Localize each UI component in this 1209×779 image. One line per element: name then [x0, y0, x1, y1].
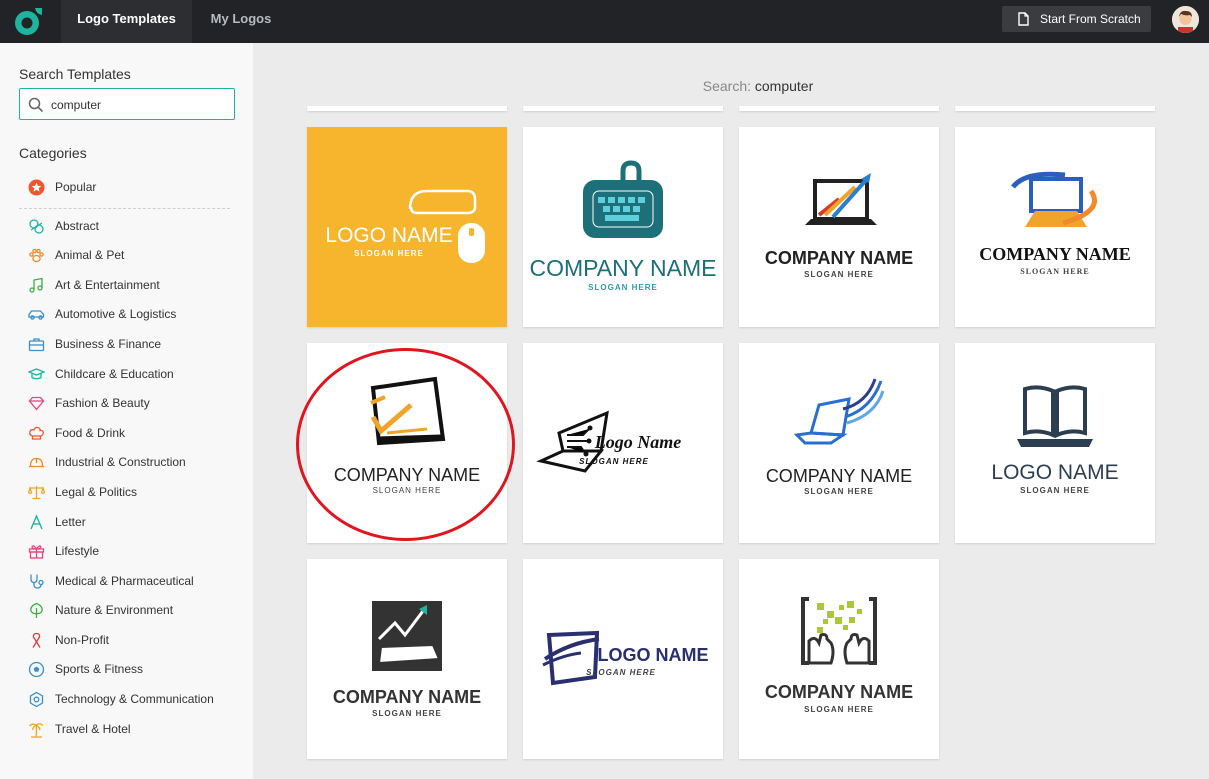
chip-icon	[29, 691, 44, 708]
company-name: LOGO NAME	[597, 645, 709, 665]
highlight-circle	[296, 348, 515, 541]
previous-row-card-edge	[955, 106, 1155, 111]
company-name: Logo Name	[594, 432, 682, 452]
hands-code-icon	[801, 597, 877, 665]
abstract-icon	[29, 219, 44, 234]
palm-tree-icon	[29, 723, 44, 738]
previous-row-card-edge	[523, 106, 723, 111]
document-icon	[1018, 12, 1029, 26]
template-card[interactable]: COMPANY NAME SLOGAN HERE	[955, 127, 1155, 327]
tab-logo-templates[interactable]: Logo Templates	[61, 0, 192, 43]
slogan: SLOGAN HERE	[354, 249, 424, 258]
company-name: COMPANY NAME	[764, 248, 914, 268]
company-name: COMPANY NAME	[529, 255, 717, 281]
company-name: LOGO NAME	[325, 224, 453, 247]
template-card[interactable]: COMPANY NAME SLOGAN HERE	[739, 343, 939, 543]
star-icon	[28, 179, 45, 196]
stethoscope-icon	[30, 574, 44, 589]
category-divider	[19, 208, 230, 209]
previous-row-card-edge	[739, 106, 939, 111]
search-caption-query: computer	[754, 78, 814, 94]
company-name: COMPANY NAME	[979, 244, 1131, 264]
company-name: COMPANY NAME	[765, 466, 913, 486]
scales-icon	[28, 485, 45, 500]
search-templates-title: Search Templates	[19, 66, 131, 82]
slogan: SLOGAN HERE	[1020, 267, 1090, 276]
search-caption: Search: computer	[253, 78, 1209, 94]
top-bar: Logo Templates My Logos Start From Scrat…	[0, 0, 1209, 43]
template-card[interactable]: COMPANY NAME SLOGAN HERE	[739, 127, 939, 327]
categories-title: Categories	[19, 145, 87, 161]
diamond-icon	[28, 396, 45, 411]
slogan: SLOGAN HERE	[372, 709, 442, 718]
hard-hat-icon	[28, 457, 45, 468]
search-input[interactable]	[51, 95, 226, 115]
tree-icon	[30, 602, 43, 618]
brand-logo-icon[interactable]	[12, 5, 46, 37]
paw-icon	[29, 248, 44, 263]
graduation-cap-icon	[28, 368, 45, 380]
ribbon-icon	[32, 632, 41, 648]
car-icon	[28, 310, 45, 320]
sidebar: Search Templates Categories Popular Abst…	[0, 43, 253, 779]
laptop-wave-icon	[793, 378, 885, 445]
slogan: SLOGAN HERE	[586, 668, 656, 677]
briefcase-icon	[28, 338, 45, 352]
laptop-chart-icon	[372, 601, 442, 671]
start-from-scratch-label: Start From Scratch	[1040, 12, 1141, 26]
chef-hat-icon	[29, 426, 44, 440]
slogan: SLOGAN HERE	[804, 270, 874, 279]
music-note-icon	[29, 277, 43, 293]
template-card[interactable]: LOGO NAME SLOGAN HERE	[955, 343, 1155, 543]
slogan: SLOGAN HERE	[1020, 486, 1090, 495]
template-card[interactable]: COMPANY NAME SLOGAN HERE	[523, 127, 723, 327]
avatar[interactable]	[1172, 6, 1199, 33]
template-card[interactable]: COMPANY NAME SLOGAN HERE	[739, 559, 939, 759]
slogan: SLOGAN HERE	[804, 705, 874, 714]
soccer-ball-icon	[28, 661, 45, 678]
slogan: SLOGAN HERE	[804, 487, 874, 496]
start-from-scratch-button[interactable]: Start From Scratch	[1002, 6, 1151, 32]
previous-row-card-edge	[307, 106, 507, 111]
laptop-growth-arrows-icon	[805, 173, 877, 225]
keyboard-icon	[583, 160, 663, 238]
search-box[interactable]	[19, 88, 235, 120]
template-card[interactable]: COMPANY NAME SLOGAN HERE	[307, 559, 507, 759]
laptop-book-icon	[1017, 385, 1093, 447]
search-caption-prefix: Search:	[702, 78, 751, 94]
template-card[interactable]: Logo Name SLOGAN HERE	[523, 343, 723, 543]
template-card[interactable]: LOGO NAME SLOGAN HERE	[523, 559, 723, 759]
company-name: LOGO NAME	[991, 461, 1119, 484]
category-label: Popular	[55, 180, 97, 194]
user-avatar-icon	[1172, 6, 1199, 33]
laptop-orbit-icon	[1011, 171, 1097, 227]
search-icon	[28, 97, 44, 113]
letter-a-icon	[30, 514, 43, 530]
gift-icon	[28, 545, 45, 559]
company-name: COMPANY NAME	[332, 687, 482, 707]
slogan: SLOGAN HERE	[579, 457, 649, 466]
tab-my-logos[interactable]: My Logos	[196, 0, 286, 43]
slogan: SLOGAN HERE	[588, 283, 658, 292]
company-name: COMPANY NAME	[764, 682, 914, 702]
template-card[interactable]: LOGO NAME SLOGAN HERE	[307, 127, 507, 327]
